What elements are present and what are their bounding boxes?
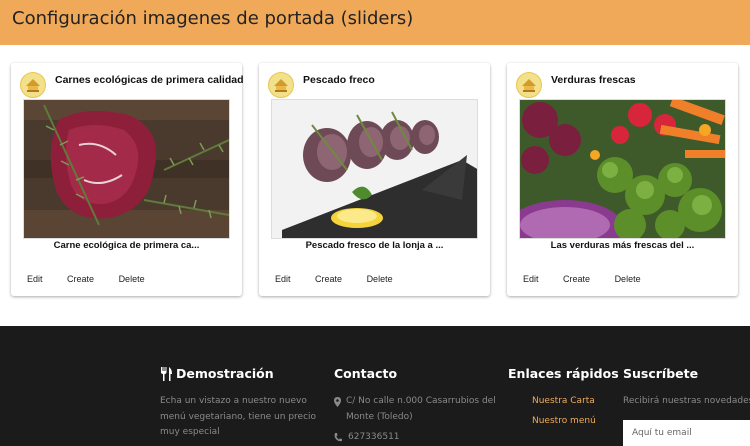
slider-card: Pescado freco Pescado fresco de la lonja… <box>259 63 490 296</box>
footer-address-text: C/ No calle n.000 Casarrubios del Monte … <box>346 396 496 422</box>
restaurant-logo-icon <box>268 72 294 98</box>
footer-links-title: Enlaces rápidos <box>508 366 619 381</box>
footer-address: C/ No calle n.000 Casarrubios del Monte … <box>334 394 499 425</box>
map-marker-icon <box>334 397 341 407</box>
subscribe-email-input[interactable] <box>623 420 750 446</box>
card-image-beef <box>23 99 230 239</box>
delete-button[interactable]: Delete <box>615 274 641 284</box>
footer-link-carta[interactable]: Nuestra Carta <box>532 396 618 406</box>
footer-phone-text: 627336511 <box>348 432 400 442</box>
card-caption: Las verduras más frescas del ... <box>550 240 695 251</box>
card-title: Carnes ecológicas de primera calidad <box>55 74 244 86</box>
footer-demo-heading: Demostración <box>160 366 320 381</box>
phone-icon <box>334 433 342 442</box>
footer-link-menu[interactable]: Nuestro menú <box>532 416 618 426</box>
restaurant-logo-icon <box>516 72 542 98</box>
create-button[interactable]: Create <box>67 274 94 284</box>
delete-button[interactable]: Delete <box>367 274 393 284</box>
create-button[interactable]: Create <box>315 274 342 284</box>
slider-card: Verduras frescas Las verduras más fresca… <box>507 63 738 296</box>
footer-phone: 627336511 <box>334 430 499 446</box>
edit-button[interactable]: Edit <box>275 274 291 284</box>
edit-button[interactable]: Edit <box>523 274 539 284</box>
delete-button[interactable]: Delete <box>119 274 145 284</box>
card-actions: Edit Create Delete <box>275 274 415 284</box>
card-caption: Carne ecológica de primera ca... <box>53 240 200 251</box>
footer-contact-title: Contacto <box>334 366 398 381</box>
slider-card: Carnes ecológicas de primera calidad Car… <box>11 63 244 296</box>
footer-subscribe-title: Suscríbete <box>623 366 699 381</box>
utensils-icon <box>161 366 172 381</box>
footer-subscribe: Suscríbete Recibirá nuestras novedades <box>623 366 750 410</box>
footer-demo-text: Echa un vistazo a nuestro nuevo menú veg… <box>160 396 317 437</box>
footer-subscribe-text: Recibirá nuestras novedades <box>623 396 750 406</box>
slider-cards: Carnes ecológicas de primera calidad Car… <box>0 0 750 326</box>
card-caption: Pescado fresco de la lonja a ... <box>305 240 444 251</box>
footer-contact: Contacto C/ No calle n.000 Casarrubios d… <box>334 366 499 446</box>
edit-button[interactable]: Edit <box>27 274 43 284</box>
restaurant-logo-icon <box>20 72 46 98</box>
card-title: Pescado freco <box>303 74 375 86</box>
footer-links-list: Nuestra Carta Nuestro menú <box>508 396 618 426</box>
card-image-vegetables <box>519 99 726 239</box>
card-image-fish <box>271 99 478 239</box>
create-button[interactable]: Create <box>563 274 590 284</box>
card-actions: Edit Create Delete <box>523 274 663 284</box>
footer-demo: Demostración Echa un vistazo a nuestro n… <box>160 366 320 441</box>
card-title: Verduras frescas <box>551 74 636 86</box>
footer-demo-title: Demostración <box>176 366 274 381</box>
footer-quick-links: Enlaces rápidos Nuestra Carta Nuestro me… <box>508 366 619 436</box>
card-actions: Edit Create Delete <box>27 274 167 284</box>
